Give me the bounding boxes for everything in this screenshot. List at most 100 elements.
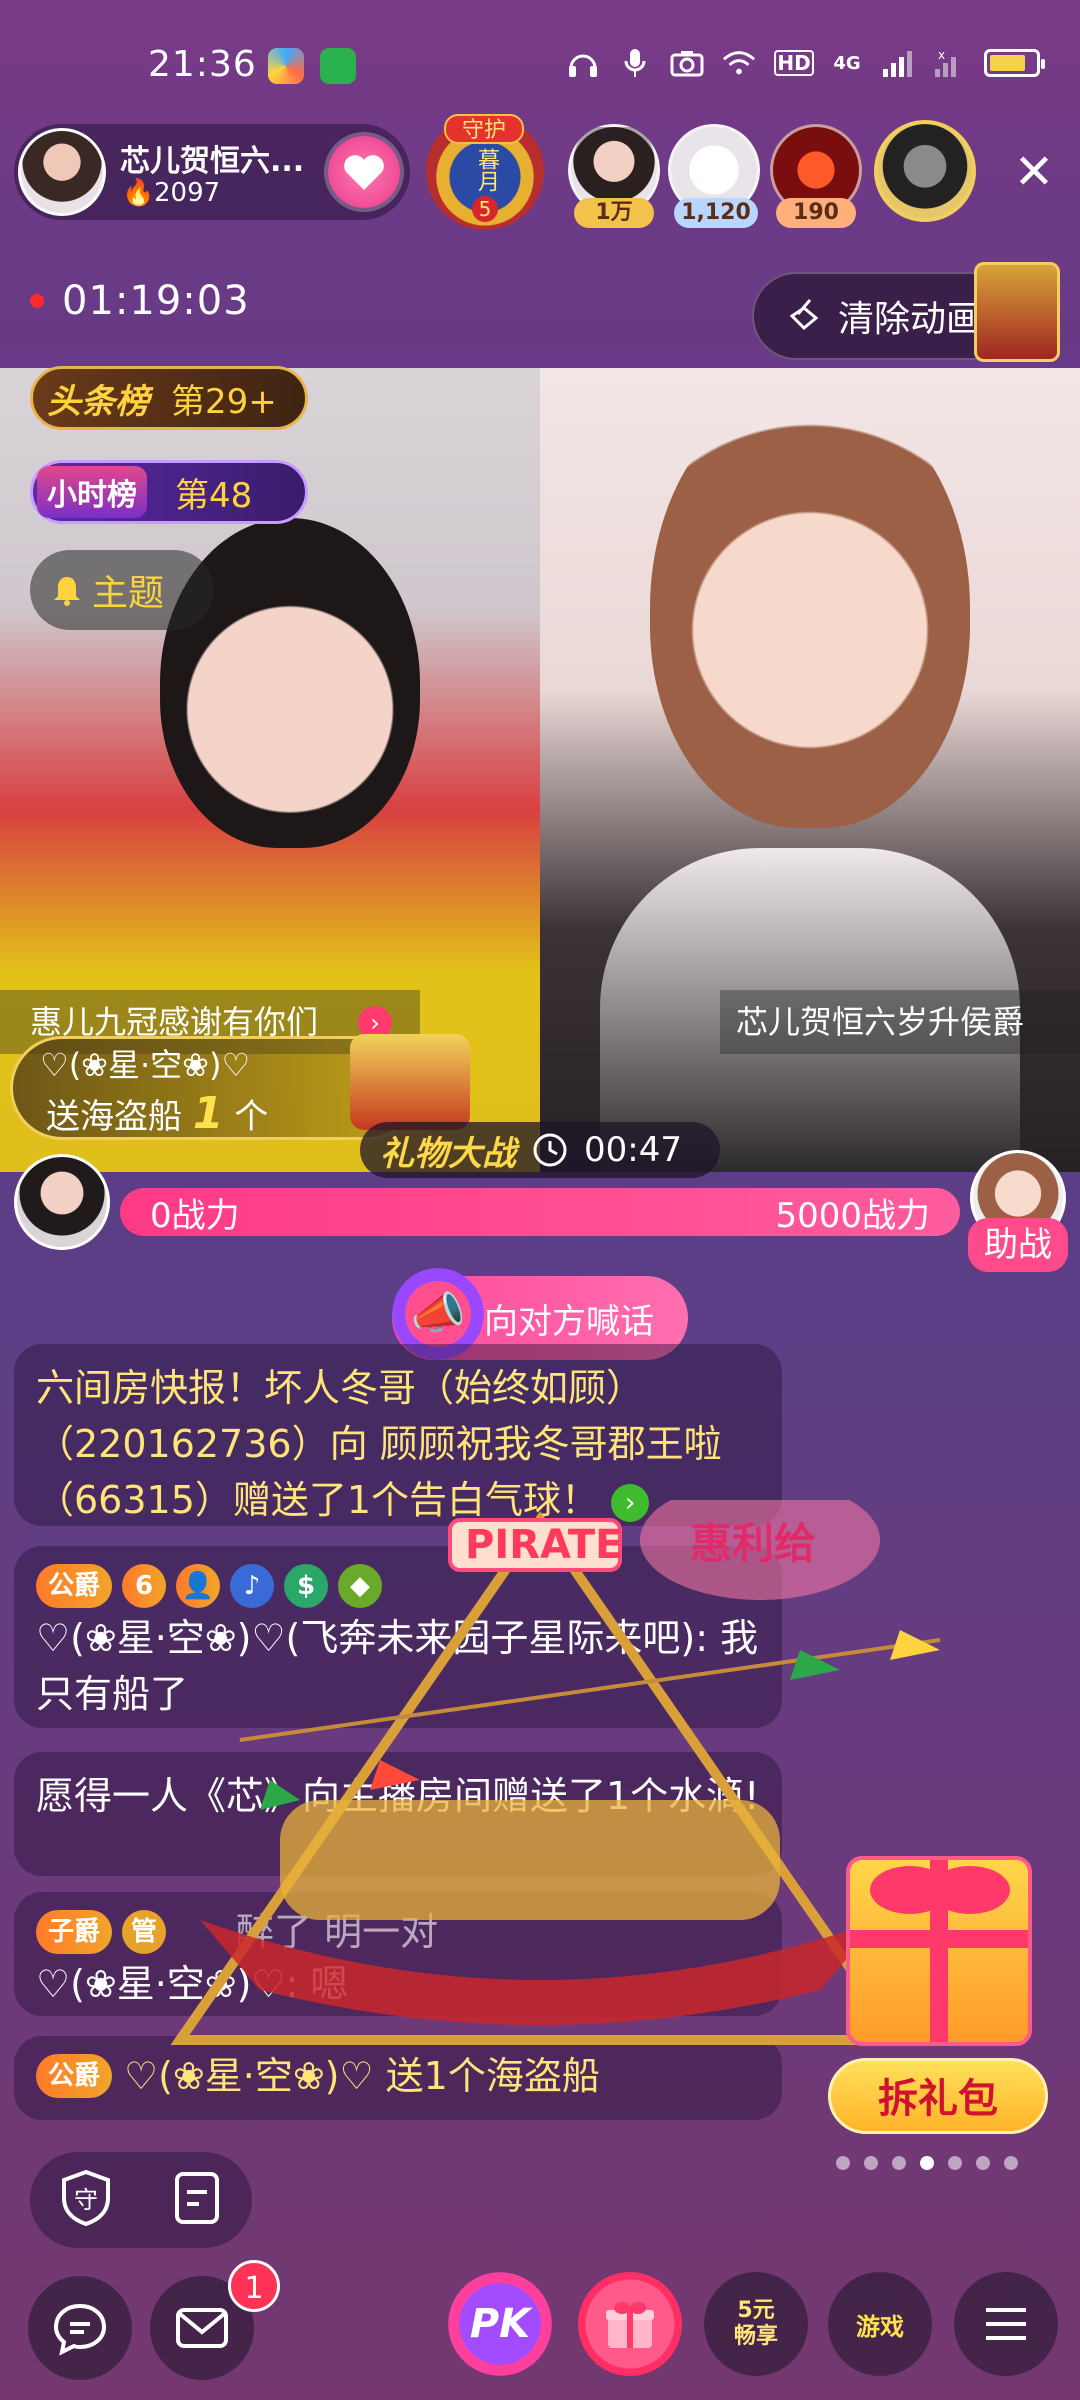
chat-extra-text: 醉了 明一对 bbox=[236, 1910, 439, 1954]
mic-icon bbox=[618, 46, 652, 80]
clipboard-icon[interactable] bbox=[169, 2168, 225, 2232]
toolset: 守 bbox=[30, 2152, 252, 2248]
chat-message[interactable]: 公爵 6 👤 ♪ $ ◆ ♡(❀星·空❀)♡(飞奔未来园子星际来吧): 我只有船… bbox=[14, 1546, 782, 1728]
help-battle-button[interactable]: 助战 bbox=[968, 1218, 1068, 1272]
rank-badge: 子爵 bbox=[36, 1910, 113, 1954]
guard-label: 守护 bbox=[444, 114, 524, 144]
left-team-avatar[interactable] bbox=[14, 1154, 110, 1250]
promo-button[interactable]: 5元 畅享 bbox=[704, 2272, 808, 2376]
status-icons: HD 4G x bbox=[566, 46, 1045, 80]
host-name: 芯儿贺恒六... bbox=[120, 144, 305, 179]
hourly-rank-pill[interactable]: 小时榜 第48 bbox=[30, 460, 308, 524]
viewer-count-2: 1,120 bbox=[674, 198, 758, 228]
viewer-count-1: 1万 bbox=[574, 198, 654, 228]
unbox-gift-button[interactable]: 拆礼包 bbox=[828, 2058, 1048, 2134]
game-label: 游戏 bbox=[856, 2312, 904, 2341]
chat-text: ♡(❀星·空❀)♡ 送1个海盗船 bbox=[124, 2054, 600, 2098]
gift-box-icon[interactable] bbox=[846, 1856, 1032, 2046]
gift-toast-user: ♡(❀星·空❀)♡ bbox=[40, 1046, 251, 1084]
guard-sub: 暮月 bbox=[474, 148, 499, 192]
svg-text:x: x bbox=[938, 49, 945, 62]
shout-label: 向对方喊话 bbox=[484, 1301, 654, 1342]
chevron-right-icon[interactable]: › bbox=[611, 1483, 650, 1522]
battery-icon bbox=[984, 49, 1045, 77]
chat-message[interactable]: 愿得一人《芯》向主播房间赠送了1个水滴! bbox=[14, 1752, 782, 1876]
pager-dot[interactable] bbox=[892, 2156, 906, 2170]
mail-icon bbox=[176, 2308, 228, 2348]
recording-dot bbox=[30, 294, 44, 308]
clear-animation-label: 清除动画 bbox=[838, 299, 983, 340]
level-badge-icon: 6 bbox=[122, 1564, 167, 1608]
live-timer: 01:19:03 bbox=[62, 278, 250, 324]
follow-button[interactable] bbox=[328, 136, 400, 208]
rank-badge: 公爵 bbox=[36, 2054, 113, 2098]
game-button[interactable]: 游戏 bbox=[828, 2272, 932, 2376]
gift-button[interactable] bbox=[578, 2272, 682, 2376]
host-face-right bbox=[650, 388, 970, 828]
chat-text: 愿得一人《芯》向主播房间赠送了1个水滴! bbox=[36, 1774, 760, 1818]
hourly-rank-value: 第48 bbox=[175, 475, 253, 516]
wifi-icon bbox=[722, 46, 756, 80]
left-power: 0战力 bbox=[150, 1195, 240, 1236]
menu-button[interactable] bbox=[954, 2272, 1058, 2376]
right-power: 5000战力 bbox=[775, 1195, 930, 1236]
pager-dot[interactable] bbox=[864, 2156, 878, 2170]
badge-row: 子爵 管 醉了 明一对 bbox=[36, 1908, 760, 1956]
pager-dot-active[interactable] bbox=[920, 2156, 934, 2170]
headphones-icon bbox=[566, 46, 600, 80]
bell-icon bbox=[54, 577, 80, 606]
headline-rank-value: 第29+ bbox=[171, 381, 277, 422]
chat-announcement[interactable]: 六间房快报！坏人冬哥（始终如顾）（220162736）向 顾顾祝我冬哥郡王啦（6… bbox=[14, 1344, 782, 1526]
gift-toast-unit: 个 bbox=[234, 1097, 269, 1137]
pager-dot[interactable] bbox=[976, 2156, 990, 2170]
rank-badge: 公爵 bbox=[36, 1564, 113, 1608]
camera-icon bbox=[670, 46, 704, 80]
heart-icon bbox=[344, 155, 384, 190]
admin-badge: 管 bbox=[122, 1910, 167, 1954]
guard-level: 5 bbox=[472, 196, 498, 222]
listen-badge-icon: ♪ bbox=[230, 1564, 275, 1608]
close-button[interactable]: ✕ bbox=[1008, 146, 1060, 198]
chat-text: ♡(❀星·空❀)♡(飞奔未来园子星际来吧): 我只有船了 bbox=[36, 1616, 759, 1716]
user-badge-icon: 👤 bbox=[176, 1564, 221, 1608]
topic-label: 主题 bbox=[92, 573, 165, 614]
hamburger-menu-icon bbox=[986, 2308, 1026, 2340]
gift-icon bbox=[606, 2302, 654, 2348]
pager-dot[interactable] bbox=[948, 2156, 962, 2170]
pager-dot[interactable] bbox=[1004, 2156, 1018, 2170]
promo-label: 5元 畅享 bbox=[733, 2298, 778, 2349]
gift-toast-prefix: 送海盗船 bbox=[46, 1097, 182, 1137]
chat-message[interactable]: 公爵 ♡(❀星·空❀)♡ 送1个海盗船 bbox=[14, 2036, 782, 2120]
pk-button[interactable]: PK bbox=[448, 2272, 552, 2376]
badge-row: 公爵 6 👤 ♪ $ ◆ bbox=[36, 1562, 760, 1610]
fire-icon: 🔥 bbox=[122, 178, 155, 208]
chat-input-button[interactable] bbox=[28, 2276, 132, 2380]
gift-battle-countdown: 00:47 bbox=[584, 1130, 682, 1170]
signal-icon-2: x bbox=[932, 46, 966, 80]
chat-message[interactable]: 子爵 管 醉了 明一对 ♡(❀星·空❀)♡: 嗯 bbox=[14, 1892, 782, 2016]
mail-unread-badge: 1 bbox=[228, 2260, 280, 2312]
chat-bubble-icon bbox=[53, 2303, 107, 2356]
pager-dot[interactable] bbox=[836, 2156, 850, 2170]
status-time: 21:36 bbox=[148, 44, 257, 85]
chat-text: ♡(❀星·空❀)♡: 嗯 bbox=[36, 1962, 349, 2006]
headline-rank-pill[interactable]: 头条榜 第29+ bbox=[30, 366, 308, 430]
pager-dots bbox=[836, 2156, 1018, 2170]
rich-badge-icon: $ bbox=[284, 1564, 329, 1608]
shield-icon[interactable]: 守 bbox=[58, 2168, 114, 2232]
gem-badge-icon: ◆ bbox=[338, 1564, 383, 1608]
viewer-avatar-4[interactable] bbox=[874, 120, 976, 222]
topic-button[interactable]: 主题 bbox=[30, 550, 214, 630]
svg-text:守: 守 bbox=[74, 2186, 98, 2214]
right-video-caption: 芯儿贺恒六岁升侯爵 bbox=[720, 990, 1080, 1054]
host-avatar[interactable] bbox=[18, 128, 106, 216]
pirate-ship-gift-icon bbox=[350, 1034, 470, 1130]
throne-decoration bbox=[974, 262, 1060, 362]
viewer-count-3: 190 bbox=[776, 198, 856, 228]
host-heat: 2097 bbox=[154, 178, 221, 208]
clock-icon bbox=[533, 1133, 567, 1167]
gift-toast-count: 1 bbox=[192, 1088, 224, 1139]
host-info[interactable]: 芯儿贺恒六... 🔥 2097 bbox=[14, 124, 410, 220]
gift-battle-bar[interactable]: 礼物大战 00:47 bbox=[360, 1122, 720, 1178]
hourly-rank-tag: 小时榜 bbox=[37, 466, 147, 518]
